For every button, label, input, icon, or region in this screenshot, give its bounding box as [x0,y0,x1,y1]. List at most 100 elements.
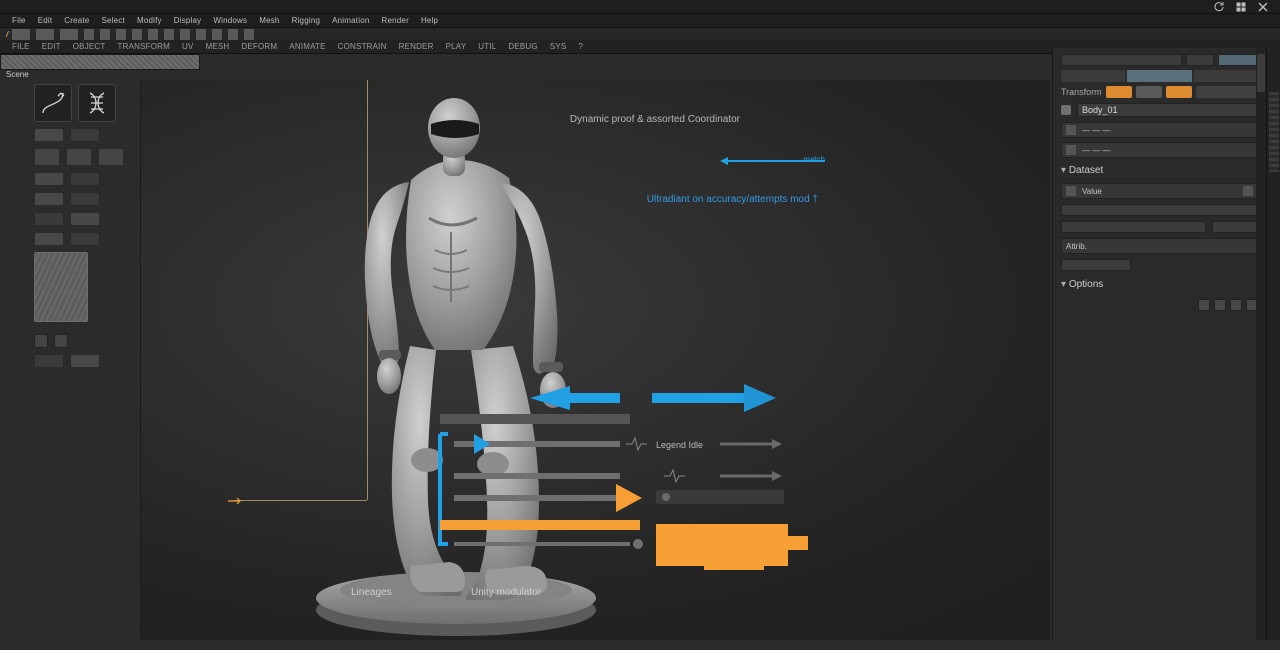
tool-btn-b1[interactable] [34,148,60,166]
material-thumbnail[interactable] [34,252,88,322]
insp-hdr-seg-a[interactable] [1061,54,1182,66]
tool-btn-e2[interactable] [70,212,100,226]
menu-row2-item-4[interactable]: Modify [131,16,168,25]
menu-row4-item-2[interactable]: OBJECT [67,42,112,51]
swatch-1[interactable] [1061,105,1071,115]
menu-row2-item-7[interactable]: Mesh [253,16,285,25]
titlebar-row [0,0,1280,14]
menu-row2-item-2[interactable]: Create [58,16,95,25]
tool-transform[interactable] [34,84,72,122]
section-options[interactable]: Options [1061,276,1258,293]
menu-row4-item-4[interactable]: UV [176,42,200,51]
name-field[interactable]: Body_01 [1077,103,1258,117]
glyph-3[interactable] [1230,299,1242,311]
seq-track-4[interactable] [440,520,808,570]
shelf-chip-8[interactable] [164,29,174,40]
shelf-chip-0[interactable] [12,29,30,40]
inspector-header [1061,54,1258,66]
dataset-field-d[interactable] [1061,259,1131,271]
tool-btn-d1[interactable] [34,192,64,206]
seq-track-2[interactable] [454,470,782,482]
mini-btn-1[interactable] [34,334,48,348]
menu-row4-item-3[interactable]: TRANSFORM [112,42,176,51]
inspector-scrollbar[interactable] [1256,48,1266,640]
scrub-arrow-right[interactable] [652,384,776,412]
dataset-field-b[interactable] [1061,221,1206,233]
menu-row4-item-0[interactable]: FILE [6,42,36,51]
shelf-chip-13[interactable] [244,29,254,40]
shelf-chip-6[interactable] [132,29,142,40]
tool-btn-b3[interactable] [98,148,124,166]
chip-grey-1[interactable] [1136,86,1162,98]
mini-btn-2[interactable] [54,334,68,348]
svg-text:Legend Idle: Legend Idle [656,440,703,450]
menu-row2-item-11[interactable]: Help [415,16,444,25]
glyph-1[interactable] [1198,299,1210,311]
menu-row2-item-10[interactable]: Render [376,16,415,25]
menu-row4-item-5[interactable]: MESH [199,42,235,51]
tool-palette [34,84,124,374]
viewport[interactable]: Lineages Unity modulator Dynamic proof &… [140,80,1050,640]
guide-arrow-icon [228,492,240,500]
tool-btn-c1[interactable] [34,172,64,186]
insp-hdr-seg-c[interactable] [1218,54,1258,66]
tool-helix[interactable] [78,84,116,122]
shelf-chip-7[interactable] [148,29,158,40]
menu-row2-item-8[interactable]: Rigging [286,16,327,25]
close-icon[interactable] [1258,2,1268,12]
ds1-end-icon [1243,186,1253,196]
tool-btn-f2[interactable] [70,232,100,246]
tool-btn-g1[interactable] [34,354,64,368]
menu-row2-item-6[interactable]: Windows [207,16,253,25]
tool-btn-b2[interactable] [66,148,92,166]
insp-tab-2[interactable] [1127,70,1191,82]
refresh-icon[interactable] [1214,2,1224,12]
scene-tab[interactable]: Scene [6,70,29,79]
section-dataset[interactable]: Dataset [1061,162,1258,179]
menu-row2-item-0[interactable]: File [6,16,32,25]
tool-btn-e1[interactable] [34,212,64,226]
scrub-arrow-left[interactable] [530,386,620,410]
menu-row2-item-1[interactable]: Edit [32,16,59,25]
insp-hdr-seg-b[interactable] [1186,54,1214,66]
menu-row2-item-9[interactable]: Animation [326,16,375,25]
shelf-chip-4[interactable] [100,29,110,40]
tool-btn-g2[interactable] [70,354,100,368]
tool-btn-a2[interactable] [70,128,100,142]
tool-btn-d2[interactable] [70,192,100,206]
tool-btn-a1[interactable] [34,128,64,142]
chip-orange-2[interactable] [1166,86,1192,98]
shelf-chip-5[interactable] [116,29,126,40]
shelf-chip-9[interactable] [180,29,190,40]
shelf-chip-12[interactable] [228,29,238,40]
dataset-field-a[interactable] [1061,204,1258,216]
seq-range-bar[interactable] [440,414,630,424]
grid-icon[interactable] [1236,2,1246,12]
tool-btn-c2[interactable] [70,172,100,186]
shelf-chip-1[interactable] [36,29,54,40]
seq-track-3[interactable] [454,484,784,512]
glyph-2[interactable] [1214,299,1226,311]
menu-row4-item-6[interactable]: DEFORM [235,42,283,51]
insp-tab-1[interactable] [1061,70,1125,82]
scrollbar-thumb[interactable] [1257,54,1265,92]
tool-btn-f1[interactable] [34,232,64,246]
attr-strip-1[interactable]: — — — [1061,122,1258,138]
sequencer-panel[interactable]: Legend Idle [420,380,820,600]
chip-long[interactable] [1196,86,1258,98]
annotation-link[interactable]: Ultradiant on accuracy/attempts mod † [647,194,818,205]
chip-orange-1[interactable] [1106,86,1132,98]
insp-tab-3[interactable] [1194,70,1258,82]
menu-row2-item-3[interactable]: Select [96,16,131,25]
menu-row2-item-5[interactable]: Display [168,16,208,25]
seq-track-1[interactable]: Legend Idle [454,434,782,454]
dataset-row-2[interactable]: Attrib. [1061,238,1258,254]
attr-strip-2[interactable]: — — — [1061,142,1258,158]
shelf-chip-3[interactable] [84,29,94,40]
dataset-row-1[interactable]: Value [1061,183,1258,199]
menu-row4-item-1[interactable]: EDIT [36,42,67,51]
shelf-chip-11[interactable] [212,29,222,40]
shelf-chip-2[interactable] [60,29,78,40]
dataset-field-c[interactable] [1212,221,1258,233]
shelf-chip-10[interactable] [196,29,206,40]
